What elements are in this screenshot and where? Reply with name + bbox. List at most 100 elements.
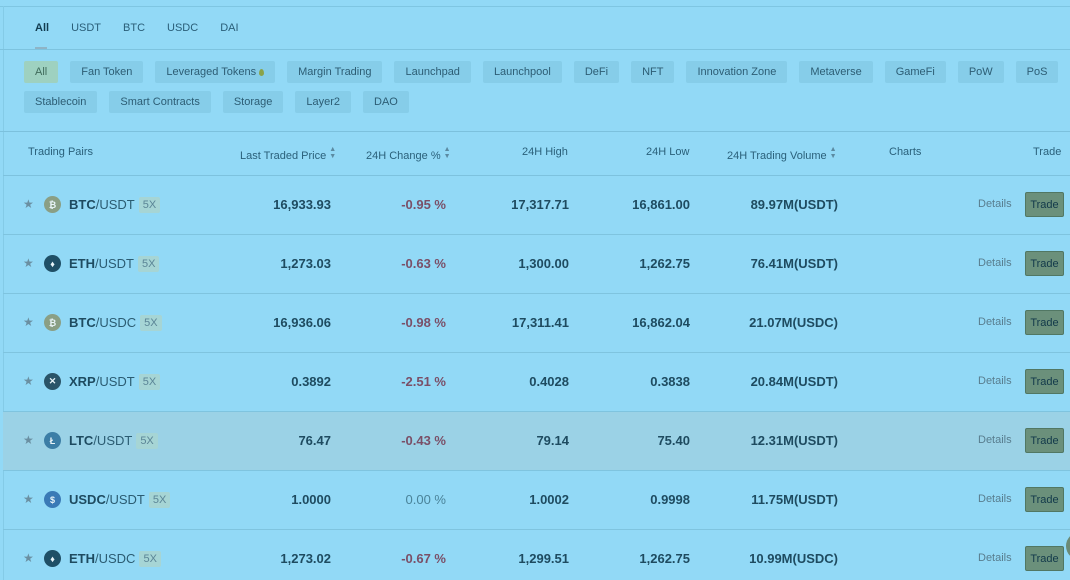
pair-quote: /USDT <box>95 374 135 389</box>
favorite-star-icon[interactable]: ★ <box>23 552 34 565</box>
divider <box>0 131 1070 132</box>
trading-volume: 89.97M(USDT) <box>750 197 838 212</box>
table-row[interactable]: ★ $ USDC/USDT 5X 1.0000 0.00 % 1.0002 0.9998 11.… <box>3 471 1070 530</box>
trading-pair[interactable]: LTC/USDT 5X <box>69 433 158 449</box>
category-metaverse[interactable]: Metaverse <box>799 61 873 83</box>
table-row[interactable]: ★ ♦ ETH/USDT 5X 1,273.03 -0.63 % 1,300.00 1,262… <box>3 235 1070 294</box>
table-header: Trading Pairs Last Traded Price▲ ▼ 24H Ch… <box>0 146 1070 162</box>
trading-pair[interactable]: USDC/USDT 5X <box>69 492 171 508</box>
category-dao[interactable]: DAO <box>363 91 409 113</box>
pair-base: LTC <box>69 433 94 448</box>
sort-icon: ▲ ▼ <box>829 146 837 160</box>
table-row[interactable]: ★ ₿ BTC/USDT 5X 16,933.93 -0.95 % 17,317.71 16,… <box>3 176 1070 235</box>
favorite-star-icon[interactable]: ★ <box>23 375 34 388</box>
trade-button[interactable]: Trade <box>1025 251 1064 276</box>
details-link[interactable]: Details <box>978 552 1012 564</box>
category-nft[interactable]: NFT <box>631 61 675 83</box>
tab-btc[interactable]: BTC <box>123 20 145 36</box>
pair-base: ETH <box>69 551 95 566</box>
category-all[interactable]: All <box>24 61 59 83</box>
trade-button[interactable]: Trade <box>1025 192 1064 217</box>
category-storage[interactable]: Storage <box>222 91 284 113</box>
favorite-star-icon[interactable]: ★ <box>23 434 34 447</box>
table-row[interactable]: ★ ₿ BTC/USDC 5X 16,936.06 -0.98 % 17,311.41 16,… <box>3 294 1070 353</box>
trade-button[interactable]: Trade <box>1025 428 1064 453</box>
details-link[interactable]: Details <box>978 493 1012 505</box>
favorite-star-icon[interactable]: ★ <box>23 493 34 506</box>
trading-pair[interactable]: ETH/USDC 5X <box>69 551 161 567</box>
details-link[interactable]: Details <box>978 257 1012 269</box>
header-24h-high: 24H High <box>522 146 568 158</box>
trade-button[interactable]: Trade <box>1025 546 1064 571</box>
category-fan-token[interactable]: Fan Token <box>70 61 144 83</box>
trade-button[interactable]: Trade <box>1025 369 1064 394</box>
favorite-star-icon[interactable]: ★ <box>23 198 34 211</box>
trading-pair[interactable]: XRP/USDT 5X <box>69 374 161 390</box>
category-layer2[interactable]: Layer2 <box>295 91 352 113</box>
high-price: 1.0002 <box>529 492 569 507</box>
usdc-icon: $ <box>44 491 61 508</box>
leverage-badge: 5X <box>140 315 162 331</box>
pair-base: ETH <box>69 256 95 271</box>
flame-icon <box>259 69 265 76</box>
category-stablecoin[interactable]: Stablecoin <box>24 91 98 113</box>
category-innovation-zone[interactable]: Innovation Zone <box>686 61 788 83</box>
trade-button[interactable]: Trade <box>1025 310 1064 335</box>
category-gamefi[interactable]: GameFi <box>884 61 946 83</box>
category-launchpool[interactable]: Launchpool <box>482 61 562 83</box>
high-price: 1,300.00 <box>518 256 569 271</box>
trading-pair[interactable]: BTC/USDC 5X <box>69 315 162 331</box>
category-pos[interactable]: PoS <box>1015 61 1059 83</box>
header-24h-change[interactable]: 24H Change %▲ ▼ <box>366 146 451 162</box>
table-row[interactable]: ★ Ł LTC/USDT 5X 76.47 -0.43 % 79.14 75.40 12.31M… <box>3 412 1070 471</box>
pair-quote: /USDC <box>95 315 137 330</box>
header-24h-volume[interactable]: 24H Trading Volume▲ ▼ <box>727 146 837 162</box>
leverage-badge: 5X <box>148 492 171 508</box>
header-charts: Charts <box>889 146 922 158</box>
sort-icon: ▲ ▼ <box>443 146 451 160</box>
tab-usdc[interactable]: USDC <box>167 20 198 36</box>
category-leveraged-tokens[interactable]: Leveraged Tokens <box>155 61 276 83</box>
category-smart-contracts[interactable]: Smart Contracts <box>109 91 211 113</box>
high-price: 17,317.71 <box>511 197 569 212</box>
category-margin-trading[interactable]: Margin Trading <box>287 61 383 83</box>
header-last-price[interactable]: Last Traded Price▲ ▼ <box>240 146 336 162</box>
trading-pair[interactable]: ETH/USDT 5X <box>69 256 160 272</box>
table-row[interactable]: ★ ♦ ETH/USDC 5X 1,273.02 -0.67 % 1,299.51 1,262… <box>3 530 1070 580</box>
last-price: 0.3892 <box>291 374 331 389</box>
header-trading-pairs: Trading Pairs <box>28 146 94 158</box>
details-link[interactable]: Details <box>978 198 1012 210</box>
details-link[interactable]: Details <box>978 316 1012 328</box>
leverage-badge: 5X <box>136 433 158 449</box>
leverage-badge: 5X <box>138 197 161 213</box>
bitcoin-icon: ₿ <box>44 314 61 331</box>
trading-pair[interactable]: BTC/USDT 5X <box>69 197 161 213</box>
trading-volume: 76.41M(USDT) <box>750 256 838 271</box>
high-price: 1,299.51 <box>518 551 569 566</box>
high-price: 79.14 <box>536 433 569 448</box>
low-price: 0.9998 <box>650 492 690 507</box>
header-label: 24H Change % <box>366 150 441 162</box>
favorite-star-icon[interactable]: ★ <box>23 316 34 329</box>
low-price: 1,262.75 <box>639 256 690 271</box>
tab-all[interactable]: All <box>35 20 49 36</box>
favorite-star-icon[interactable]: ★ <box>23 257 34 270</box>
change-percent: 0.00 % <box>405 492 446 507</box>
tab-usdt[interactable]: USDT <box>71 20 101 36</box>
pair-quote: /USDT <box>105 492 145 507</box>
low-price: 16,862.04 <box>632 315 690 330</box>
pair-quote: /USDT <box>95 256 134 271</box>
details-link[interactable]: Details <box>978 434 1012 446</box>
category-defi[interactable]: DeFi <box>573 61 620 83</box>
category-row: All Fan Token Leveraged Tokens Margin Tr… <box>24 61 1059 83</box>
details-link[interactable]: Details <box>978 375 1012 387</box>
pair-quote: /USDT <box>95 197 135 212</box>
category-pow[interactable]: PoW <box>957 61 1004 83</box>
tab-dai[interactable]: DAI <box>220 20 238 36</box>
trade-button[interactable]: Trade <box>1025 487 1064 512</box>
xrp-icon: ✕ <box>44 373 61 390</box>
leverage-badge: 5X <box>138 256 160 272</box>
sort-icon: ▲ ▼ <box>329 146 337 160</box>
table-row[interactable]: ★ ✕ XRP/USDT 5X 0.3892 -2.51 % 0.4028 0.3838 20.… <box>3 353 1070 412</box>
category-launchpad[interactable]: Launchpad <box>394 61 471 83</box>
